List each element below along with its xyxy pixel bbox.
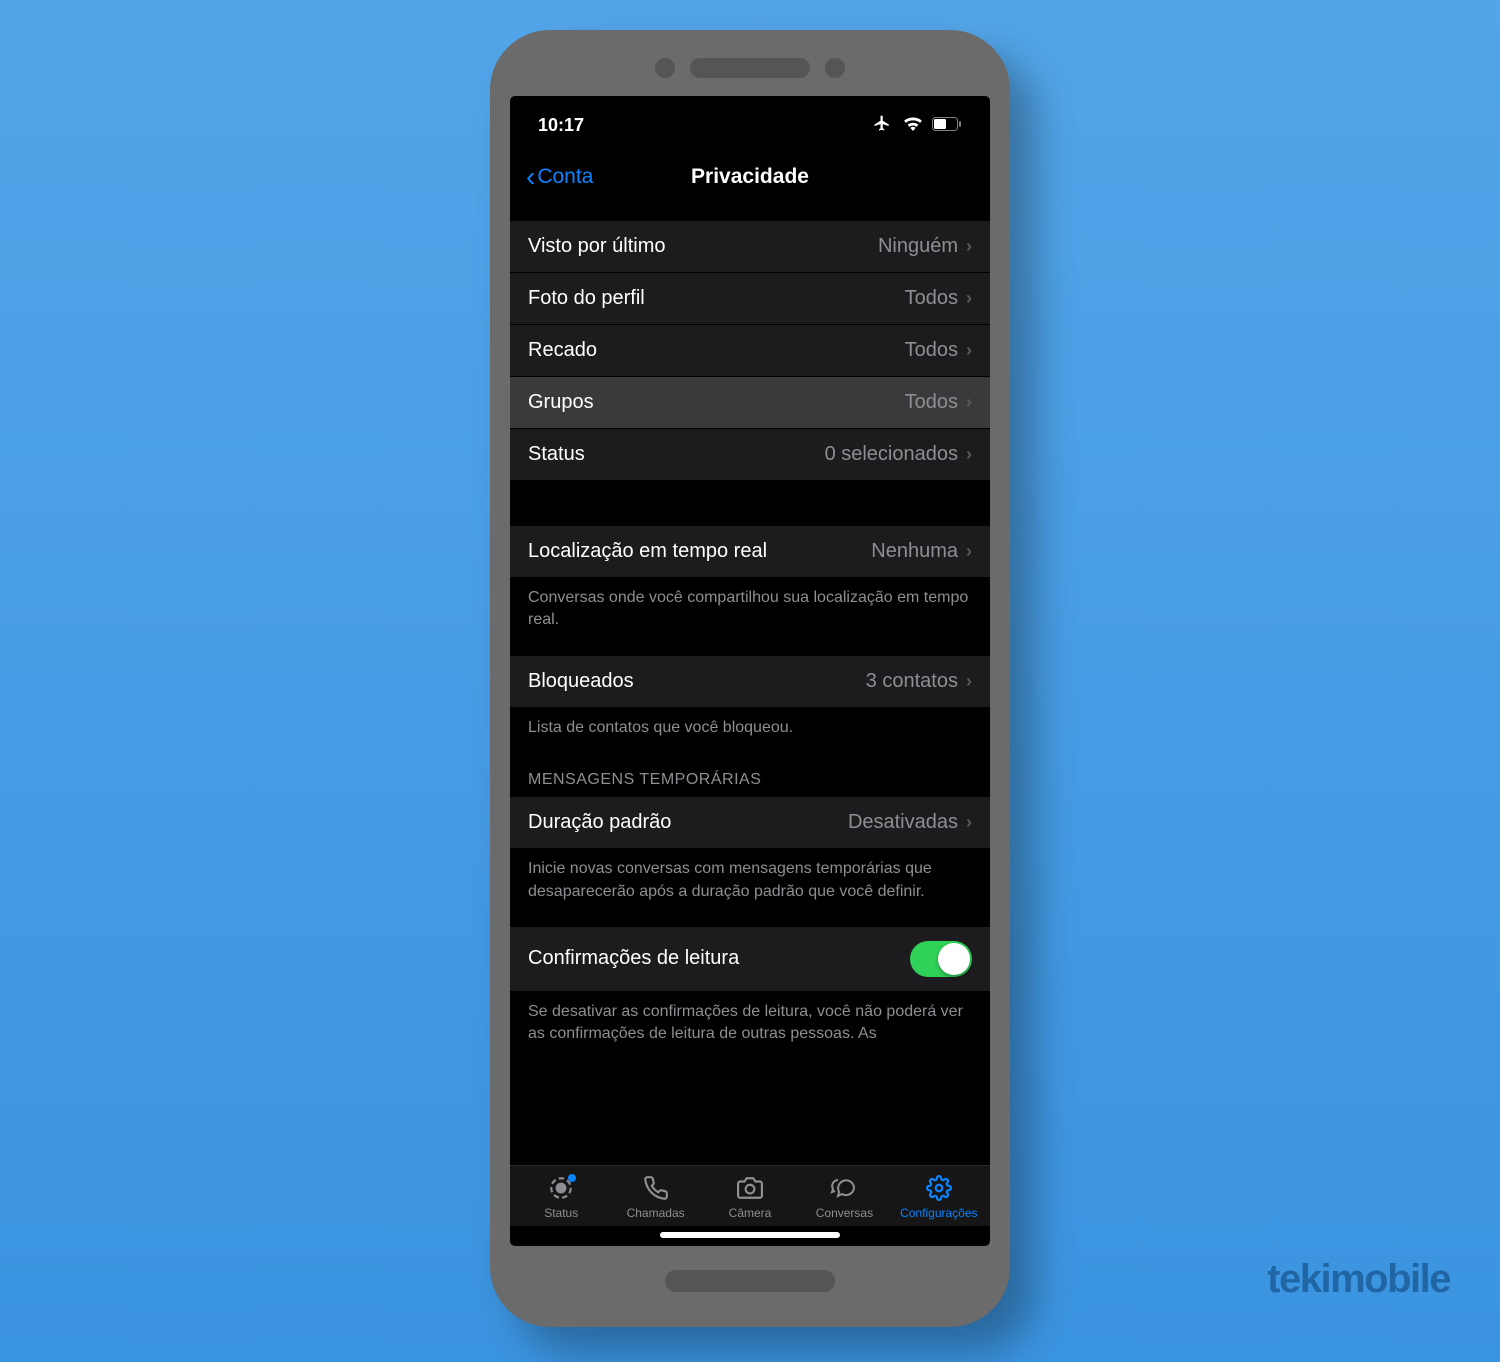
chevron-right-icon: › [966, 288, 972, 309]
status-icons [870, 114, 962, 137]
item-label: Visto por último [528, 235, 665, 258]
tab-label: Conversas [816, 1206, 873, 1220]
back-button[interactable]: ‹ Conta [526, 161, 593, 193]
section-footer-live-location: Conversas onde você compartilhou sua loc… [510, 577, 990, 656]
gear-icon [926, 1174, 952, 1202]
item-value: Todos [905, 391, 958, 414]
section-header-disappearing: MENSAGENS TEMPORÁRIAS [510, 747, 990, 797]
item-value: Nenhuma [871, 540, 958, 563]
tab-label: Chamadas [627, 1206, 685, 1220]
item-label: Confirmações de leitura [528, 947, 739, 970]
watermark: tekimobile [1267, 1257, 1450, 1302]
item-label: Localização em tempo real [528, 540, 767, 563]
section-live-location: Localização em tempo real Nenhuma › [510, 526, 990, 577]
phone-screen: 10:17 ‹ Conta Privacidade [510, 96, 990, 1246]
item-value: 3 contatos [866, 670, 958, 693]
battery-icon [932, 115, 962, 136]
tab-status[interactable]: Status [514, 1174, 608, 1220]
tab-calls[interactable]: Chamadas [608, 1174, 702, 1220]
row-default-duration[interactable]: Duração padrão Desativadas › [510, 797, 990, 848]
item-value: 0 selecionados [825, 443, 958, 466]
phone-frame: 10:17 ‹ Conta Privacidade [490, 30, 1010, 1327]
wifi-icon [902, 115, 924, 136]
item-label: Grupos [528, 391, 594, 414]
nav-header: ‹ Conta Privacidade [510, 147, 990, 221]
row-profile-photo[interactable]: Foto do perfil Todos › [510, 273, 990, 325]
item-label: Status [528, 443, 585, 466]
section-privacy-visibility: Visto por último Ninguém › Foto do perfi… [510, 221, 990, 480]
airplane-icon [870, 114, 894, 137]
tab-label: Câmera [729, 1206, 772, 1220]
item-label: Duração padrão [528, 811, 671, 834]
status-time: 10:17 [538, 115, 584, 136]
chevron-right-icon: › [966, 541, 972, 562]
row-groups[interactable]: Grupos Todos › [510, 377, 990, 429]
row-read-receipts[interactable]: Confirmações de leitura [510, 927, 990, 991]
section-footer-disappearing: Inicie novas conversas com mensagens tem… [510, 848, 990, 927]
home-indicator[interactable] [660, 1232, 840, 1238]
chat-icon [830, 1174, 858, 1202]
read-receipts-toggle[interactable] [910, 941, 972, 977]
tab-label: Configurações [900, 1206, 977, 1220]
notification-badge [568, 1174, 576, 1182]
camera-icon [737, 1174, 763, 1202]
row-status[interactable]: Status 0 selecionados › [510, 429, 990, 480]
row-live-location[interactable]: Localização em tempo real Nenhuma › [510, 526, 990, 577]
tab-bar: Status Chamadas Câmera Conversas [510, 1165, 990, 1226]
item-value: Desativadas [848, 811, 958, 834]
settings-list: Visto por último Ninguém › Foto do perfi… [510, 221, 990, 1165]
item-value: Todos [905, 339, 958, 362]
tab-label: Status [544, 1206, 578, 1220]
chevron-right-icon: › [966, 444, 972, 465]
tab-camera[interactable]: Câmera [703, 1174, 797, 1220]
item-value: Todos [905, 287, 958, 310]
phone-speaker [510, 58, 990, 78]
row-last-seen[interactable]: Visto por último Ninguém › [510, 221, 990, 273]
status-bar: 10:17 [510, 96, 990, 147]
item-label: Recado [528, 339, 597, 362]
section-read-receipts: Confirmações de leitura [510, 927, 990, 991]
chevron-left-icon: ‹ [526, 161, 535, 193]
item-value: Ninguém [878, 235, 958, 258]
row-blocked[interactable]: Bloqueados 3 contatos › [510, 656, 990, 707]
chevron-right-icon: › [966, 671, 972, 692]
phone-home-button [665, 1270, 835, 1292]
tab-settings[interactable]: Configurações [892, 1174, 986, 1220]
section-disappearing: Duração padrão Desativadas › [510, 797, 990, 848]
back-label: Conta [537, 165, 593, 189]
row-about[interactable]: Recado Todos › [510, 325, 990, 377]
tab-chats[interactable]: Conversas [797, 1174, 891, 1220]
chevron-right-icon: › [966, 392, 972, 413]
phone-icon [643, 1174, 669, 1202]
section-blocked: Bloqueados 3 contatos › [510, 656, 990, 707]
item-label: Foto do perfil [528, 287, 645, 310]
toggle-knob [938, 943, 970, 975]
status-icon [548, 1174, 574, 1202]
page-title: Privacidade [691, 165, 809, 189]
section-footer-blocked: Lista de contatos que você bloqueou. [510, 707, 990, 747]
item-label: Bloqueados [528, 670, 634, 693]
chevron-right-icon: › [966, 812, 972, 833]
section-footer-read-receipts: Se desativar as confirmações de leitura,… [510, 991, 990, 1049]
chevron-right-icon: › [966, 236, 972, 257]
chevron-right-icon: › [966, 340, 972, 361]
